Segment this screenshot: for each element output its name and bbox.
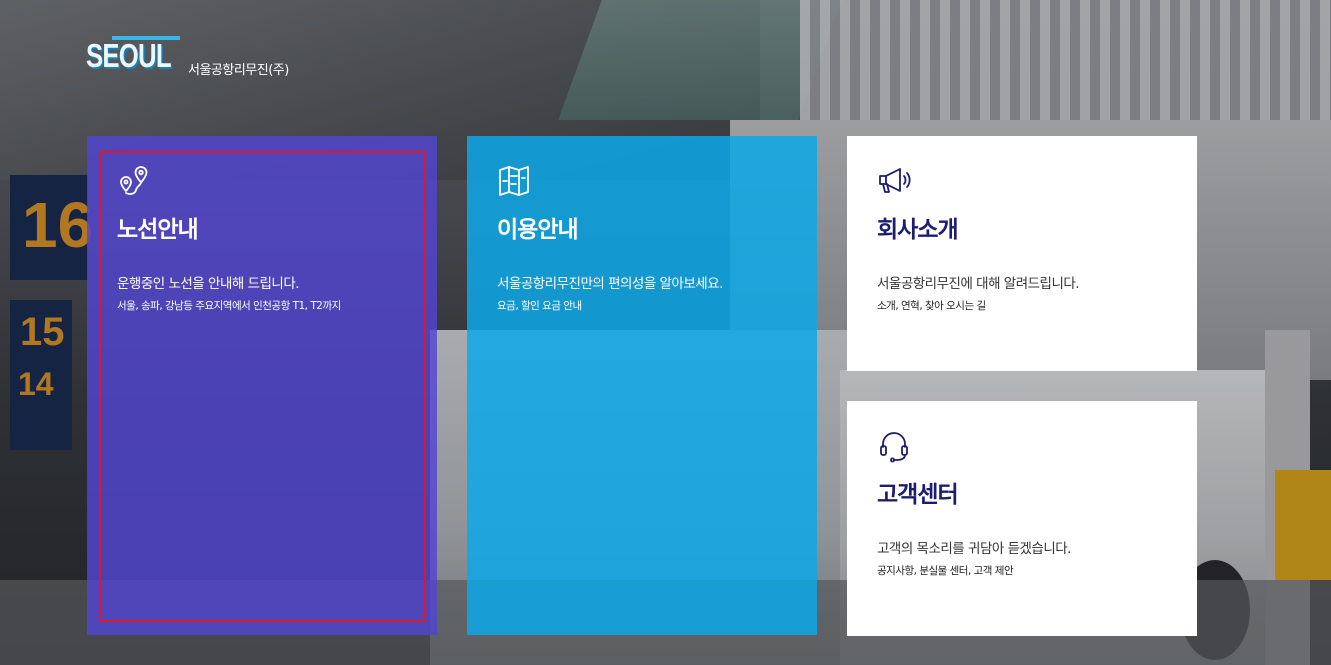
- company-name: 서울공항리무진(주): [188, 63, 289, 78]
- card-description: 서울공항리무진만의 편의성을 알아보세요.: [497, 276, 723, 292]
- card-title: 회사소개: [877, 217, 959, 243]
- map-guide-icon: [499, 166, 529, 196]
- card-description: 고객의 목소리를 귀담아 듣겠습니다.: [877, 541, 1071, 557]
- megaphone-icon: [879, 168, 911, 193]
- card-subtext: 서울, 송파, 강남등 주요지역에서 인천공항 T1, T2까지: [117, 300, 341, 312]
- site-logo[interactable]: SEOUL 서울공항리무진(주): [86, 36, 306, 78]
- headset-icon: [880, 432, 908, 463]
- card-title: 노선안내: [117, 217, 199, 243]
- card-subtext: 요금, 할인 요금 안내: [497, 300, 582, 312]
- card-description: 운행중인 노선을 안내해 드립니다.: [117, 276, 300, 292]
- usage-guide-card[interactable]: 이용안내 서울공항리무진만의 편의성을 알아보세요. 요금, 할인 요금 안내: [467, 136, 817, 635]
- card-subtext: 소개, 연혁, 찾아 오시는 길: [877, 300, 986, 312]
- route-info-card[interactable]: 노선안내 운행중인 노선을 안내해 드립니다. 서울, 송파, 강남등 주요지역…: [87, 136, 437, 635]
- card-title: 고객센터: [877, 482, 959, 508]
- customer-center-card[interactable]: 고객센터 고객의 목소리를 귀담아 듣겠습니다. 공지사항, 분실물 센터, 고…: [847, 401, 1197, 636]
- card-subtext: 공지사항, 분실물 센터, 고객 제안: [877, 565, 1014, 577]
- card-title: 이용안내: [497, 217, 579, 243]
- card-description: 서울공항리무진에 대해 알려드립니다.: [877, 276, 1080, 292]
- company-intro-card[interactable]: 회사소개 서울공항리무진에 대해 알려드립니다. 소개, 연혁, 찾아 오시는 …: [847, 136, 1197, 371]
- logo-wordmark: SEOUL: [86, 37, 172, 74]
- route-pin-icon: [120, 166, 148, 195]
